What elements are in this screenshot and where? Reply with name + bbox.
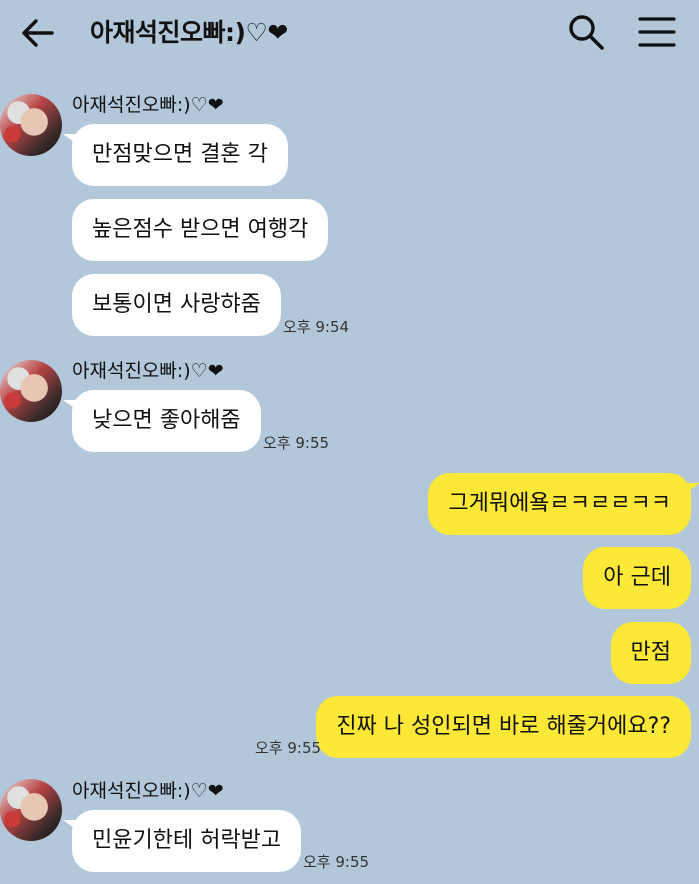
message-time: 오후 9:54 xyxy=(283,318,350,336)
message-bubble[interactable]: 보통이면 사랑햐줌 xyxy=(72,274,281,336)
message-bubble[interactable]: 높은점수 받으면 여행각 xyxy=(72,199,329,261)
search-icon[interactable] xyxy=(566,12,606,52)
message-bubble[interactable]: 낮으면 좋아해줌 xyxy=(63,390,261,452)
my-message-bubble[interactable]: 아 근데 xyxy=(583,547,691,609)
message-time: 오후 9:55 xyxy=(255,739,322,757)
message-time: 오후 9:55 xyxy=(263,434,330,452)
avatar[interactable] xyxy=(0,360,62,422)
avatar[interactable] xyxy=(0,94,62,156)
sender-name: 아재석진오빠:)♡❤ xyxy=(72,360,224,382)
sender-name: 아재석진오빠:)♡❤ xyxy=(72,780,224,802)
chat-title: 아재석진오빠:)♡❤ xyxy=(90,18,288,47)
message-time: 오후 9:55 xyxy=(303,853,370,871)
sender-name: 아재석진오빠:)♡❤ xyxy=(72,94,224,116)
my-message-bubble[interactable]: 그게뭐에욬ㄹㅋㄹㄹㅋㅋ xyxy=(428,473,699,535)
chat-header: 아재석진오빠:)♡❤ xyxy=(0,0,699,66)
my-message-bubble[interactable]: 진짜 나 성인되면 바로 해줄거에요?? xyxy=(316,696,691,758)
menu-icon[interactable] xyxy=(636,12,678,52)
avatar[interactable] xyxy=(0,779,62,841)
my-message-bubble[interactable]: 만점 xyxy=(610,622,691,684)
message-bubble[interactable]: 민윤기한테 허락받고 xyxy=(62,810,302,872)
message-bubble[interactable]: 만점맞으면 결혼 각 xyxy=(63,124,288,186)
arrow-left-icon[interactable] xyxy=(18,14,58,52)
